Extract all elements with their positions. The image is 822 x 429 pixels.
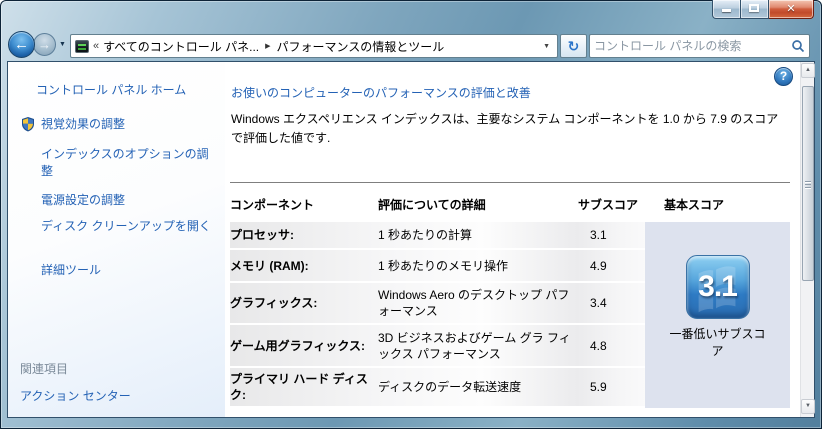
sidebar-item-adjust-power-settings[interactable]: 電源設定の調整 — [41, 192, 219, 209]
maximize-button[interactable] — [741, 0, 769, 19]
breadcrumb-root[interactable]: すべてのコントロール パネ... — [103, 38, 259, 55]
refresh-icon: ↻ — [567, 38, 580, 54]
breadcrumb-current[interactable]: パフォーマンスの情報とツール — [277, 38, 445, 55]
base-score-panel: 3.1 一番低いサブスコア — [645, 222, 790, 408]
scroll-down-icon: ▼ — [805, 403, 811, 409]
scroll-up-icon: ▲ — [805, 67, 811, 73]
cell-component: メモリ (RAM): — [230, 258, 309, 273]
close-button[interactable]: ✕ — [769, 0, 814, 19]
performance-monitor-icon — [75, 39, 89, 53]
table-body: プロセッサ: 1 秒あたりの計算 3.1 メモリ (RAM): 1 秒あたりのメ… — [230, 222, 790, 408]
forward-arrow-icon: → — [38, 37, 51, 52]
header-base-score: 基本スコア — [664, 198, 725, 212]
intro-text: Windows エクスペリエンス インデックスは、主要なシステム コンポーネント… — [231, 112, 779, 145]
address-dropdown-icon[interactable]: ▼ — [540, 43, 553, 50]
sidebar-item-adjust-visual-effects[interactable]: 視覚効果の調整 — [41, 116, 219, 133]
minimize-button[interactable] — [712, 0, 741, 19]
client-area: コントロール パネル ホーム 視覚効果の調整 インデックスのオプションの調整 電… — [8, 62, 815, 417]
sidebar-item-action-center[interactable]: アクション センター — [20, 388, 198, 405]
breadcrumb-overflow-chevron[interactable]: « — [93, 40, 99, 52]
search-icon[interactable] — [791, 39, 805, 53]
header-component: コンポーネント — [230, 198, 315, 212]
main-content: ? お使いのコンピューターのパフォーマンスの評価と改善 Windows エクスペ… — [225, 62, 800, 417]
cell-component: プロセッサ: — [230, 228, 294, 242]
cell-component: プライマリ ハード ディスク: — [230, 372, 368, 402]
cell-subscore: 3.1 — [590, 228, 607, 242]
cell-detail: 3D ビジネスおよびゲーム グラ フィックス パフォーマンス — [378, 330, 571, 361]
recent-pages-dropdown[interactable]: ▼ — [59, 41, 66, 48]
vertical-scrollbar[interactable]: ▲ ▼ — [800, 62, 815, 417]
cell-subscore: 4.8 — [590, 338, 607, 353]
address-bar[interactable]: « すべてのコントロール パネ... ▶ パフォーマンスの情報とツール ▼ — [70, 34, 558, 58]
header-subscore: サブスコア — [578, 198, 639, 212]
minimize-icon — [722, 9, 731, 12]
forward-button[interactable]: → — [33, 33, 56, 56]
cell-subscore: 5.9 — [590, 380, 607, 394]
breadcrumb-separator-icon: ▶ — [265, 43, 271, 50]
cell-component: グラフィックス: — [230, 296, 318, 310]
sidebar-see-also-header: 関連項目 — [20, 362, 69, 376]
back-button[interactable]: ← — [8, 31, 35, 58]
cell-component: ゲーム用グラフィックス: — [230, 338, 366, 353]
table-header-row: コンポーネント 評価についての詳細 サブスコア 基本スコア — [230, 182, 790, 222]
sidebar-item-advanced-tools[interactable]: 詳細ツール — [41, 262, 219, 279]
cell-detail: 1 秒あたりのメモリ操作 — [378, 258, 509, 273]
scrollbar-grip-icon — [805, 183, 811, 185]
search-box — [589, 34, 810, 58]
search-input[interactable] — [594, 39, 791, 53]
base-score-value: 3.1 — [698, 270, 738, 303]
cell-subscore: 3.4 — [590, 296, 607, 310]
window-bottom-frame — [0, 417, 822, 429]
scroll-down-button[interactable]: ▼ — [801, 399, 815, 414]
sidebar: コントロール パネル ホーム 視覚効果の調整 インデックスのオプションの調整 電… — [8, 62, 225, 417]
window-controls: ✕ — [712, 0, 814, 19]
base-score-caption: 一番低いサブスコア — [669, 327, 766, 358]
window-performance-tools: ✕ ← → ▼ « すべてのコントロール パネ... ▶ パフォーマンスの情報と… — [0, 0, 822, 429]
back-arrow-icon: ← — [14, 36, 29, 53]
sidebar-item-open-disk-cleanup[interactable]: ディスク クリーンアップを開く — [41, 218, 219, 235]
cell-detail: ディスクのデータ転送速度 — [378, 380, 522, 394]
header-detail: 評価についての詳細 — [378, 198, 486, 212]
maximize-icon — [749, 4, 759, 12]
help-button[interactable]: ? — [774, 67, 793, 86]
cell-detail: 1 秒あたりの計算 — [378, 228, 473, 242]
scroll-up-button[interactable]: ▲ — [801, 63, 815, 78]
uac-shield-icon — [22, 117, 34, 132]
base-score-badge: 3.1 — [685, 255, 750, 319]
sidebar-item-adjust-indexing-options[interactable]: インデックスのオプションの調整 — [41, 146, 219, 180]
close-icon: ✕ — [786, 3, 796, 15]
scrollbar-thumb[interactable] — [802, 86, 814, 281]
page-title: お使いのコンピューターのパフォーマンスの評価と改善 — [231, 86, 531, 100]
sidebar-item-control-panel-home[interactable]: コントロール パネル ホーム — [36, 82, 214, 99]
cell-detail: Windows Aero のデスクトップ パフォーマンス — [378, 288, 570, 318]
wei-score-table: コンポーネント 評価についての詳細 サブスコア 基本スコア プロセッサ: 1 秒… — [230, 182, 790, 408]
help-icon: ? — [779, 69, 788, 83]
cell-subscore: 4.9 — [590, 258, 607, 273]
refresh-button[interactable]: ↻ — [560, 34, 587, 58]
